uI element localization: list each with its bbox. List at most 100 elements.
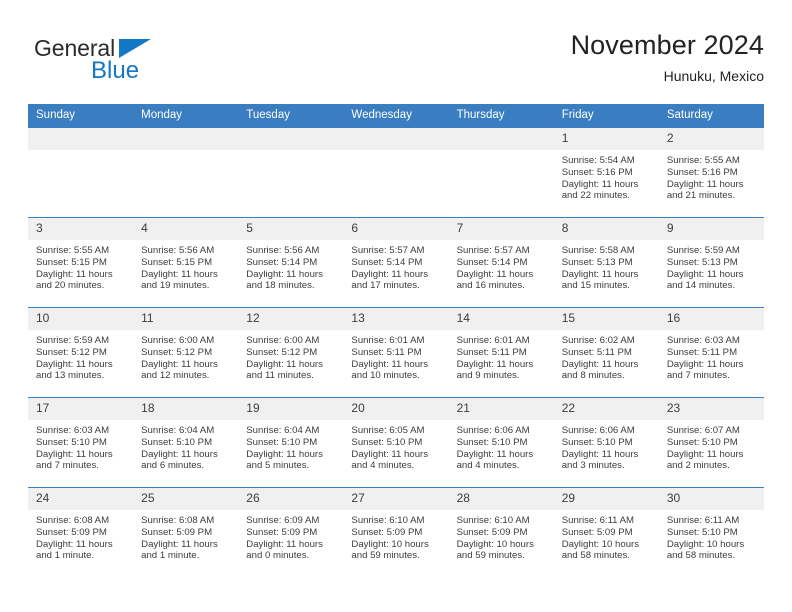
day-sun-info: Sunrise: 6:11 AM Sunset: 5:10 PM Dayligh… [666, 515, 745, 562]
day-sun-info: Sunrise: 5:55 AM Sunset: 5:15 PM Dayligh… [36, 245, 113, 292]
calendar-day-cell[interactable]: 7 Sunrise: 5:57 AM Sunset: 5:14 PM Daylig… [448, 217, 554, 308]
day-sun-info: Sunrise: 6:00 AM Sunset: 5:12 PM Dayligh… [246, 335, 323, 382]
day-sun-info: Sunrise: 5:59 AM Sunset: 5:12 PM Dayligh… [36, 335, 113, 382]
location-subtitle: Hunuku, Mexico [663, 68, 764, 84]
calendar-empty-cell [133, 127, 239, 218]
day-number: 28 [448, 488, 554, 510]
calendar-day-cell[interactable]: 29 Sunrise: 6:11 AM Sunset: 5:09 PM Dayli… [553, 487, 659, 578]
day-number: 6 [343, 218, 449, 240]
day-sun-info: Sunrise: 5:55 AM Sunset: 5:16 PM Dayligh… [666, 155, 744, 202]
day-number: 24 [28, 488, 134, 510]
day-number [343, 128, 449, 150]
day-number: 18 [133, 398, 239, 420]
calendar-day-cell[interactable]: 18 Sunrise: 6:04 AM Sunset: 5:10 PM Dayli… [133, 397, 239, 488]
weekday-header-tuesday: Tuesday [238, 104, 344, 128]
day-number: 10 [28, 308, 134, 330]
day-number [28, 128, 134, 150]
calendar-body: 1 Sunrise: 5:54 AM Sunset: 5:16 PM Daylig… [28, 127, 764, 578]
day-sun-info: Sunrise: 6:08 AM Sunset: 5:09 PM Dayligh… [141, 515, 218, 562]
calendar-day-cell[interactable]: 8 Sunrise: 5:58 AM Sunset: 5:13 PM Daylig… [553, 217, 659, 308]
calendar-day-cell[interactable]: 27 Sunrise: 6:10 AM Sunset: 5:09 PM Dayli… [343, 487, 449, 578]
calendar-week-row: 24 Sunrise: 6:08 AM Sunset: 5:09 PM Dayli… [28, 487, 764, 578]
day-number: 3 [28, 218, 134, 240]
calendar-day-cell[interactable]: 9 Sunrise: 5:59 AM Sunset: 5:13 PM Daylig… [658, 217, 764, 308]
day-sun-info: Sunrise: 5:56 AM Sunset: 5:15 PM Dayligh… [141, 245, 218, 292]
calendar-day-cell[interactable]: 16 Sunrise: 6:03 AM Sunset: 5:11 PM Dayli… [658, 307, 764, 398]
weekday-header-saturday: Saturday [658, 104, 764, 128]
day-number: 5 [238, 218, 344, 240]
day-number: 25 [133, 488, 239, 510]
calendar-day-cell[interactable]: 20 Sunrise: 6:05 AM Sunset: 5:10 PM Dayli… [343, 397, 449, 488]
day-sun-info: Sunrise: 6:10 AM Sunset: 5:09 PM Dayligh… [351, 515, 429, 562]
calendar-day-cell[interactable]: 30 Sunrise: 6:11 AM Sunset: 5:10 PM Dayli… [658, 487, 764, 578]
calendar-day-cell[interactable]: 17 Sunrise: 6:03 AM Sunset: 5:10 PM Dayli… [28, 397, 134, 488]
day-sun-info: Sunrise: 5:54 AM Sunset: 5:16 PM Dayligh… [561, 155, 639, 202]
calendar-empty-cell [238, 127, 344, 218]
day-number: 16 [658, 308, 764, 330]
calendar-empty-cell [28, 127, 134, 218]
calendar-day-cell[interactable]: 4 Sunrise: 5:56 AM Sunset: 5:15 PM Daylig… [133, 217, 239, 308]
day-sun-info: Sunrise: 5:56 AM Sunset: 5:14 PM Dayligh… [246, 245, 323, 292]
calendar-day-cell[interactable]: 22 Sunrise: 6:06 AM Sunset: 5:10 PM Dayli… [553, 397, 659, 488]
calendar-header-row: Sunday Monday Tuesday Wednesday Thursday Frid… [28, 104, 764, 128]
calendar-day-cell[interactable]: 21 Sunrise: 6:06 AM Sunset: 5:10 PM Dayli… [448, 397, 554, 488]
calendar-day-cell[interactable]: 10 Sunrise: 5:59 AM Sunset: 5:12 PM Dayli… [28, 307, 134, 398]
day-sun-info: Sunrise: 6:08 AM Sunset: 5:09 PM Dayligh… [36, 515, 113, 562]
page-title: November 2024 [570, 30, 764, 60]
calendar-day-cell[interactable]: 6 Sunrise: 5:57 AM Sunset: 5:14 PM Daylig… [343, 217, 449, 308]
day-number: 17 [28, 398, 134, 420]
day-sun-info: Sunrise: 6:04 AM Sunset: 5:10 PM Dayligh… [246, 425, 323, 472]
calendar-week-row: 17 Sunrise: 6:03 AM Sunset: 5:10 PM Dayli… [28, 397, 764, 488]
day-number: 27 [343, 488, 449, 510]
calendar-day-cell[interactable]: 3 Sunrise: 5:55 AM Sunset: 5:15 PM Daylig… [28, 217, 134, 308]
calendar-empty-cell [343, 127, 449, 218]
calendar-grid: Sunday Monday Tuesday Wednesday Thursday Frid… [28, 104, 764, 578]
weekday-header-wednesday: Wednesday [343, 104, 449, 128]
day-number: 22 [553, 398, 659, 420]
page-header: General Blue November 2024 Hunuku, Mexic… [28, 28, 764, 98]
day-number [238, 128, 344, 150]
calendar-day-cell[interactable]: 5 Sunrise: 5:56 AM Sunset: 5:14 PM Daylig… [238, 217, 344, 308]
weekday-header-thursday: Thursday [448, 104, 554, 128]
day-sun-info: Sunrise: 6:03 AM Sunset: 5:10 PM Dayligh… [36, 425, 113, 472]
weekday-header-monday: Monday [133, 104, 239, 128]
calendar-day-cell[interactable]: 11 Sunrise: 6:00 AM Sunset: 5:12 PM Dayli… [133, 307, 239, 398]
day-sun-info: Sunrise: 6:09 AM Sunset: 5:09 PM Dayligh… [246, 515, 323, 562]
day-sun-info: Sunrise: 6:11 AM Sunset: 5:09 PM Dayligh… [561, 515, 640, 562]
day-sun-info: Sunrise: 6:07 AM Sunset: 5:10 PM Dayligh… [666, 425, 744, 472]
calendar-day-cell[interactable]: 25 Sunrise: 6:08 AM Sunset: 5:09 PM Dayli… [133, 487, 239, 578]
calendar-day-cell[interactable]: 19 Sunrise: 6:04 AM Sunset: 5:10 PM Dayli… [238, 397, 344, 488]
calendar-day-cell[interactable]: 1 Sunrise: 5:54 AM Sunset: 5:16 PM Daylig… [553, 127, 659, 218]
day-number: 11 [133, 308, 239, 330]
day-number: 12 [238, 308, 344, 330]
day-sun-info: Sunrise: 5:58 AM Sunset: 5:13 PM Dayligh… [561, 245, 639, 292]
day-sun-info: Sunrise: 6:03 AM Sunset: 5:11 PM Dayligh… [666, 335, 744, 382]
brand-name-blue: Blue [91, 57, 140, 84]
weekday-header-sunday: Sunday [28, 104, 134, 128]
day-number: 1 [553, 128, 659, 150]
brand-logo[interactable]: General Blue [34, 35, 214, 89]
calendar-day-cell[interactable]: 23 Sunrise: 6:07 AM Sunset: 5:10 PM Dayli… [658, 397, 764, 488]
calendar-day-cell[interactable]: 24 Sunrise: 6:08 AM Sunset: 5:09 PM Dayli… [28, 487, 134, 578]
calendar-day-cell[interactable]: 26 Sunrise: 6:09 AM Sunset: 5:09 PM Dayli… [238, 487, 344, 578]
calendar-day-cell[interactable]: 28 Sunrise: 6:10 AM Sunset: 5:09 PM Dayli… [448, 487, 554, 578]
calendar-empty-cell [448, 127, 554, 218]
calendar-day-cell[interactable]: 2 Sunrise: 5:55 AM Sunset: 5:16 PM Daylig… [658, 127, 764, 218]
calendar-day-cell[interactable]: 13 Sunrise: 6:01 AM Sunset: 5:11 PM Dayli… [343, 307, 449, 398]
day-sun-info: Sunrise: 6:10 AM Sunset: 5:09 PM Dayligh… [456, 515, 534, 562]
calendar-page: General Blue November 2024 Hunuku, Mexic… [0, 0, 792, 612]
day-number: 29 [553, 488, 659, 510]
day-sun-info [449, 150, 554, 155]
day-sun-info: Sunrise: 6:05 AM Sunset: 5:10 PM Dayligh… [351, 425, 429, 472]
day-number: 14 [448, 308, 554, 330]
day-number [133, 128, 239, 150]
day-number: 2 [658, 128, 764, 150]
day-sun-info: Sunrise: 6:06 AM Sunset: 5:10 PM Dayligh… [456, 425, 534, 472]
calendar-day-cell[interactable]: 12 Sunrise: 6:00 AM Sunset: 5:12 PM Dayli… [238, 307, 344, 398]
calendar-day-cell[interactable]: 15 Sunrise: 6:02 AM Sunset: 5:11 PM Dayli… [553, 307, 659, 398]
day-number: 15 [553, 308, 659, 330]
title-block: November 2024 Hunuku, Mexico [571, 28, 764, 86]
day-sun-info: Sunrise: 6:01 AM Sunset: 5:11 PM Dayligh… [351, 335, 429, 382]
calendar-day-cell[interactable]: 14 Sunrise: 6:01 AM Sunset: 5:11 PM Dayli… [448, 307, 554, 398]
day-number: 4 [133, 218, 239, 240]
